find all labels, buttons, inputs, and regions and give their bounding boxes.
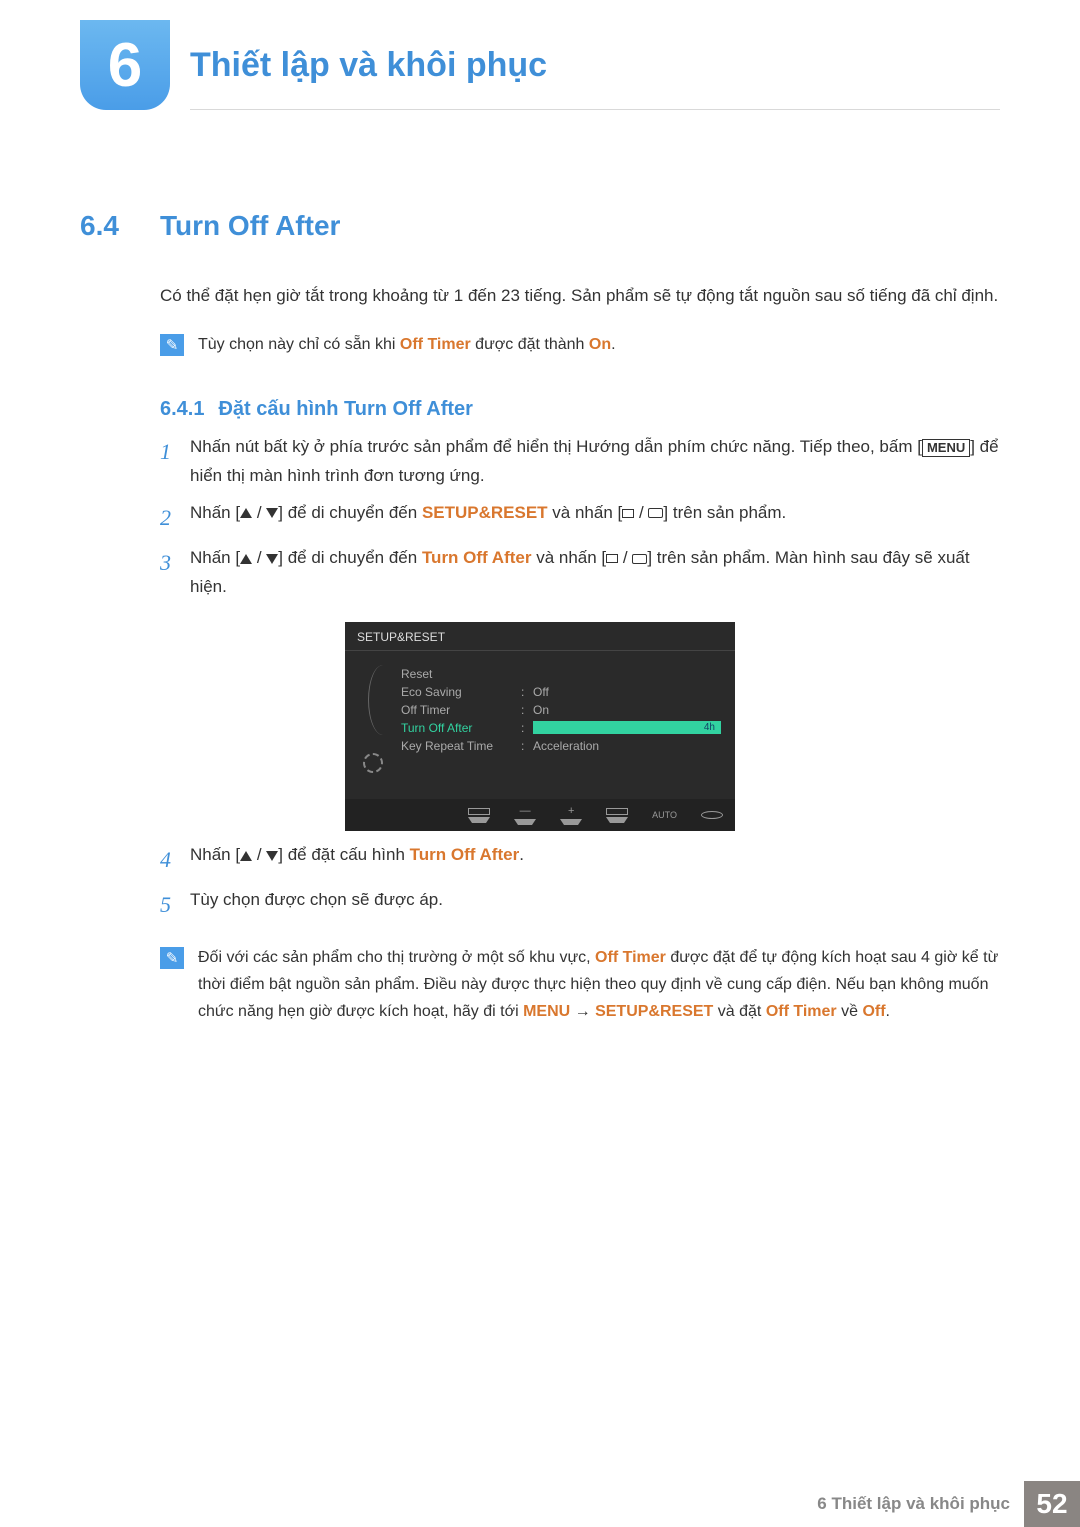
section-heading: 6.4 Turn Off After — [80, 210, 1000, 242]
note-icon: ✎ — [160, 334, 184, 356]
osd-title: SETUP&RESET — [345, 622, 735, 651]
chapter-title: Thiết lập và khôi phục — [190, 46, 547, 85]
subsection-heading: 6.4.1 Đặt cấu hình Turn Off After — [160, 398, 1000, 421]
nav-icon — [606, 808, 628, 823]
section-title: Turn Off After — [160, 210, 340, 242]
step-number: 4 — [160, 841, 190, 878]
page-footer: 6 Thiết lập và khôi phục 52 — [0, 1481, 1080, 1527]
osd-progress-bar: 4h — [533, 721, 721, 734]
step-5: 5 Tùy chọn được chọn sẽ được áp. — [160, 886, 1000, 923]
step-number: 1 — [160, 433, 190, 491]
divider — [190, 109, 1000, 110]
osd-item-key-repeat: Key Repeat Time:Acceleration — [401, 737, 721, 755]
step-2: 2 Nhấn [ / ] để di chuyển đến SETUP&RESE… — [160, 499, 1000, 536]
nav-icon: — — [514, 805, 536, 825]
osd-curve-decoration — [368, 665, 398, 735]
button-icon — [632, 554, 647, 564]
subsection-number: 6.4.1 — [160, 398, 204, 421]
up-arrow-icon — [240, 851, 252, 861]
up-arrow-icon — [240, 508, 252, 518]
note-text: Đối với các sản phẩm cho thị trường ở mộ… — [198, 944, 1000, 1026]
section-number: 6.4 — [80, 210, 160, 242]
power-icon — [701, 811, 723, 819]
note-icon: ✎ — [160, 947, 184, 969]
nav-icon: + — [560, 805, 582, 825]
page-number: 52 — [1024, 1481, 1080, 1527]
menu-key-icon: MENU — [922, 439, 970, 457]
chapter-header: 6 Thiết lập và khôi phục — [80, 20, 1000, 110]
up-arrow-icon — [240, 554, 252, 564]
osd-item-turn-off-after: Turn Off After:4h — [401, 719, 721, 737]
step-3: 3 Nhấn [ / ] để di chuyển đến Turn Off A… — [160, 544, 1000, 602]
note-block: ✎ Đối với các sản phẩm cho thị trường ở … — [160, 944, 1000, 1026]
chapter-number-badge: 6 — [80, 20, 170, 110]
down-arrow-icon — [266, 508, 278, 518]
note-text: Tùy chọn này chỉ có sẵn khi Off Timer đư… — [198, 331, 1000, 358]
step-number: 3 — [160, 544, 190, 602]
button-icon — [606, 554, 618, 563]
osd-item-off-timer: Off Timer:On — [401, 701, 721, 719]
intro-paragraph: Có thể đặt hẹn giờ tắt trong khoảng từ 1… — [160, 282, 1000, 311]
down-arrow-icon — [266, 851, 278, 861]
down-arrow-icon — [266, 554, 278, 564]
auto-label: AUTO — [652, 810, 677, 820]
button-icon — [622, 509, 634, 518]
footer-chapter-label: 6 Thiết lập và khôi phục — [817, 1494, 1010, 1514]
osd-footer-icons: — + AUTO — [345, 799, 735, 831]
osd-item-reset: Reset — [401, 665, 721, 683]
step-number: 2 — [160, 499, 190, 536]
step-4: 4 Nhấn [ / ] để đặt cấu hình Turn Off Af… — [160, 841, 1000, 878]
subsection-title: Đặt cấu hình Turn Off After — [218, 398, 472, 421]
step-number: 5 — [160, 886, 190, 923]
step-1: 1 Nhấn nút bất kỳ ở phía trước sản phẩm … — [160, 433, 1000, 491]
osd-item-eco: Eco Saving:Off — [401, 683, 721, 701]
gear-icon — [363, 753, 383, 773]
button-icon — [648, 508, 663, 518]
nav-icon — [468, 808, 490, 823]
osd-menu-screenshot: SETUP&RESET Reset Eco Saving:Off Off Tim… — [345, 622, 735, 831]
note-block: ✎ Tùy chọn này chỉ có sẵn khi Off Timer … — [160, 331, 1000, 358]
